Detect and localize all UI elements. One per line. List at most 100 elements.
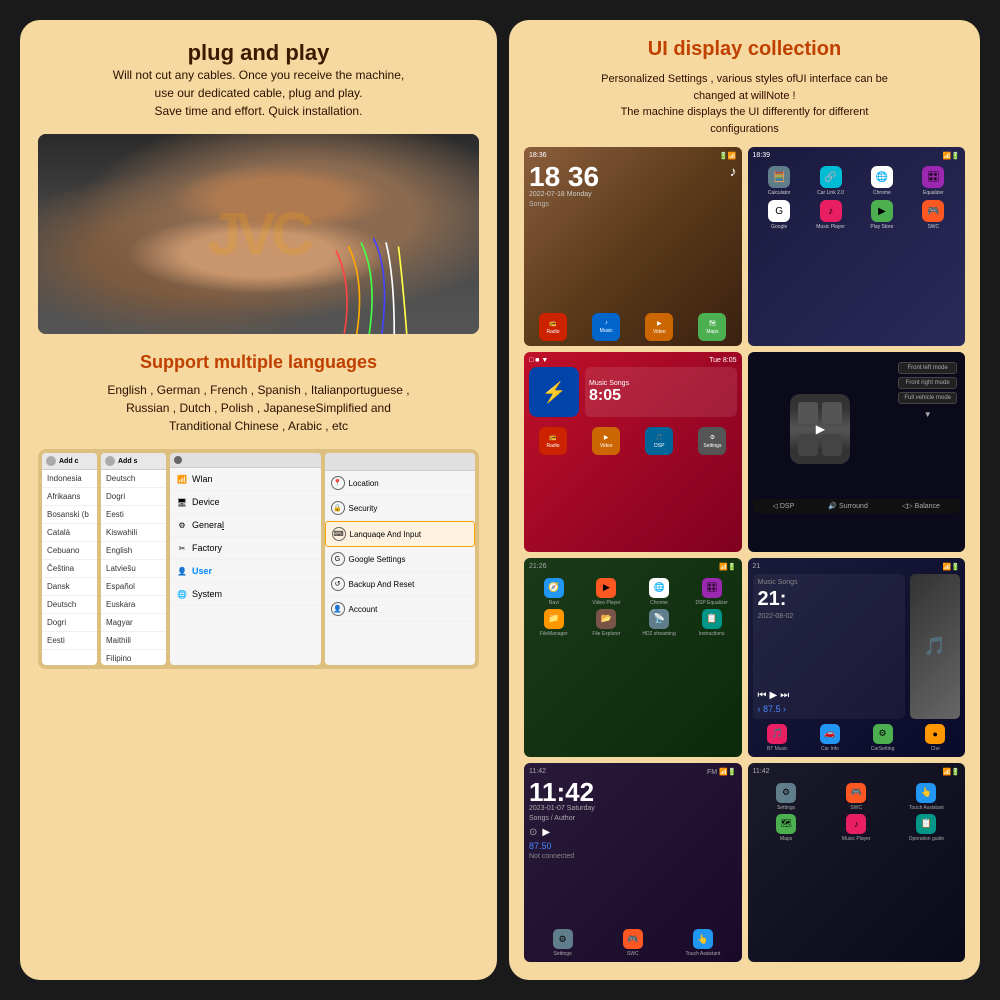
app-fileexplorer[interactable]: 📂 File Explorer xyxy=(582,609,632,637)
menu-item-device[interactable]: 🖥 Device xyxy=(170,491,321,514)
app3-radio[interactable]: 📻 Radio xyxy=(539,427,567,455)
option-language-input[interactable]: ⌨ Lanquaqe And Input xyxy=(325,521,476,547)
option-security[interactable]: 🔒 Security xyxy=(325,496,476,521)
app3-settings[interactable]: ⚙ Settings xyxy=(698,427,726,455)
menu-item-system[interactable]: 🌐 System xyxy=(170,583,321,606)
app3-video[interactable]: ▶ Video xyxy=(592,427,620,455)
watermark: JVC xyxy=(208,200,310,269)
music-time: 21: xyxy=(758,588,901,611)
app-opguide[interactable]: 📋 Operation guide xyxy=(893,814,960,842)
menu-item-wlan[interactable]: 📶 Wlan xyxy=(170,468,321,491)
lang-item-latviesu[interactable]: Latviešu xyxy=(101,560,166,578)
lang-item-maithili[interactable]: Maithili xyxy=(101,632,166,650)
lang-item-euskara[interactable]: Euskara xyxy=(101,596,166,614)
settings-app-grid: ⚙ Settings 🎮 SWC 👆 Touch Assistant 🗺 Map… xyxy=(753,783,961,842)
app-btmusic[interactable]: 🎵 BT Music xyxy=(753,724,803,752)
lang-item-dogri2[interactable]: Dogri xyxy=(101,488,166,506)
app-music[interactable]: ♪ Music xyxy=(592,313,620,341)
prev-btn[interactable]: ⏮ xyxy=(758,690,767,701)
app-google[interactable]: G Google xyxy=(756,200,803,230)
app-videoplayer[interactable]: ▶ Video Player xyxy=(582,578,632,606)
lang-item-afrikaans[interactable]: Afrikaans xyxy=(42,488,97,506)
option-backup-reset[interactable]: ↺ Backup And Reset xyxy=(325,572,476,597)
app-swc3[interactable]: 🎮 SWC xyxy=(823,783,890,811)
app-video[interactable]: ▶ Video xyxy=(645,313,673,341)
option-account[interactable]: 👤 Account xyxy=(325,597,476,622)
app-touchassist2[interactable]: 👆 Touch Assistant xyxy=(893,783,960,811)
lang-item-dansk[interactable]: Dansk xyxy=(42,578,97,596)
app-maps[interactable]: 🗺 Maps xyxy=(698,313,726,341)
app-chrome2[interactable]: 🌐 Chrome xyxy=(634,578,684,606)
lang-item-bosanski[interactable]: Bosanski (b xyxy=(42,506,97,524)
app-radio[interactable]: 📻 Radio xyxy=(539,313,567,341)
plug-text: Will not cut any cables. Once you receiv… xyxy=(38,66,479,120)
app-equalizer[interactable]: 🎛 Equalizer xyxy=(910,166,957,196)
gear-icon: ⚙ xyxy=(176,519,188,531)
menu-item-user[interactable]: 👤 User xyxy=(170,560,321,583)
app-hd2[interactable]: 📡 HD2 streaming xyxy=(634,609,684,637)
app-settings2[interactable]: ⚙ Settings xyxy=(529,929,596,957)
app-touchassist[interactable]: 👆 Touch Assistant xyxy=(669,929,736,957)
app-carlink[interactable]: 🔗 Car Link 2.0 xyxy=(807,166,854,196)
album-art: 🎵 xyxy=(910,574,960,719)
app-filemanager[interactable]: 📁 FileManager xyxy=(529,609,579,637)
settings-header-2: Add s xyxy=(101,453,166,470)
app-swc[interactable]: 🎮 SWC xyxy=(910,200,957,230)
lang-item-filipino[interactable]: Filipino xyxy=(101,650,166,665)
screen-clock-11-42: 11:42 FM 📶🔋 11:42 2023-01-07 Saturday So… xyxy=(524,763,742,962)
lang-item-cebuano[interactable]: Cebuano xyxy=(42,542,97,560)
language-icon: ⌨ xyxy=(332,527,346,541)
app-navi[interactable]: 🧭 Navi xyxy=(529,578,579,606)
app-carinfo[interactable]: 🚗 Car Info xyxy=(805,724,855,752)
option-location[interactable]: 📍 Location xyxy=(325,471,476,496)
app-musicplayer2[interactable]: ♪ Music Player xyxy=(823,814,890,842)
lang-item-magyar[interactable]: Magyar xyxy=(101,614,166,632)
statusbar-5: 21:26 📶🔋 xyxy=(529,563,737,571)
lang-item-catala[interactable]: Català xyxy=(42,524,97,542)
app-musicplayer[interactable]: ♪ Music Player xyxy=(807,200,854,230)
screen-bluetooth: □ ■ ▼ Tue 8:05 ⚡ Music Songs 8:05 📻 Radi… xyxy=(524,352,742,551)
app-instructions[interactable]: 📋 Instructions xyxy=(687,609,737,637)
lang-item-deutsch2[interactable]: Deutsch xyxy=(101,470,166,488)
lang-item-indonesia[interactable]: Indonesia xyxy=(42,470,97,488)
wifi-icon: 📶 xyxy=(176,473,188,485)
app-che[interactable]: ● Che xyxy=(910,724,960,752)
bluetooth-icon-large: ⚡ xyxy=(529,367,579,417)
radio-freq: 87.50 xyxy=(529,841,737,851)
lang-item-kiswahili[interactable]: Kiswahili xyxy=(101,524,166,542)
settings-col-menu: 📶 Wlan 🖥 Device ⚙ General ✂ Factory 👤 xyxy=(170,453,321,665)
full-vehicle-mode[interactable]: Full vehicle mode xyxy=(898,392,957,404)
next-btn[interactable]: ⏭ xyxy=(780,690,789,701)
lang-item-cestina[interactable]: Čeština xyxy=(42,560,97,578)
lang-item-eesti[interactable]: Eesti xyxy=(42,632,97,650)
lang-item-english[interactable]: English xyxy=(101,542,166,560)
media-controls: ⊙ ▶ xyxy=(529,827,737,838)
settings-header-4 xyxy=(325,453,476,471)
play-btn-2[interactable]: ▶ xyxy=(542,827,550,838)
play-btn[interactable]: ▶ xyxy=(770,690,778,701)
plug-title: plug and play xyxy=(38,40,479,66)
menu-item-factory[interactable]: ✂ Factory xyxy=(170,537,321,560)
screen-navi: 21:26 📶🔋 🧭 Navi ▶ Video Player 🌐 Chrome xyxy=(524,558,742,757)
menu-item-general[interactable]: ⚙ General xyxy=(170,514,321,537)
app3-dsp[interactable]: 🎵 DSP xyxy=(645,427,673,455)
app-settings3[interactable]: ⚙ Settings xyxy=(753,783,820,811)
app-playstore[interactable]: ▶ Play Store xyxy=(858,200,905,230)
lang-item-espanol[interactable]: Español xyxy=(101,578,166,596)
app-maps2[interactable]: 🗺 Maps xyxy=(753,814,820,842)
app-swc2[interactable]: 🎮 SWC xyxy=(599,929,666,957)
app-carsetting[interactable]: ⚙ CarSetting xyxy=(858,724,908,752)
front-left-mode[interactable]: Front left mode xyxy=(898,362,957,374)
lang-item-deutsch[interactable]: Deutsch xyxy=(42,596,97,614)
front-right-mode[interactable]: Front right mode xyxy=(898,377,957,389)
app-calculator[interactable]: 🧮 Calculator xyxy=(756,166,803,196)
settings-mockup: Add c Indonesia Afrikaans Bosanski (b Ca… xyxy=(38,449,479,669)
lang-item-dogri[interactable]: Dogri xyxy=(42,614,97,632)
prev-btn-2[interactable]: ⊙ xyxy=(529,827,537,838)
clock-app-grid: ⚙ Settings 🎮 SWC 👆 Touch Assistant xyxy=(529,929,737,957)
lang-item-eesti2[interactable]: Eesti xyxy=(101,506,166,524)
app-chrome[interactable]: 🌐 Chrome xyxy=(858,166,905,196)
statusbar-3: □ ■ ▼ Tue 8:05 xyxy=(529,357,737,364)
app-dsp-eq[interactable]: 🎛 DSP Equalizer xyxy=(687,578,737,606)
option-google-settings[interactable]: G Google Settings xyxy=(325,547,476,572)
